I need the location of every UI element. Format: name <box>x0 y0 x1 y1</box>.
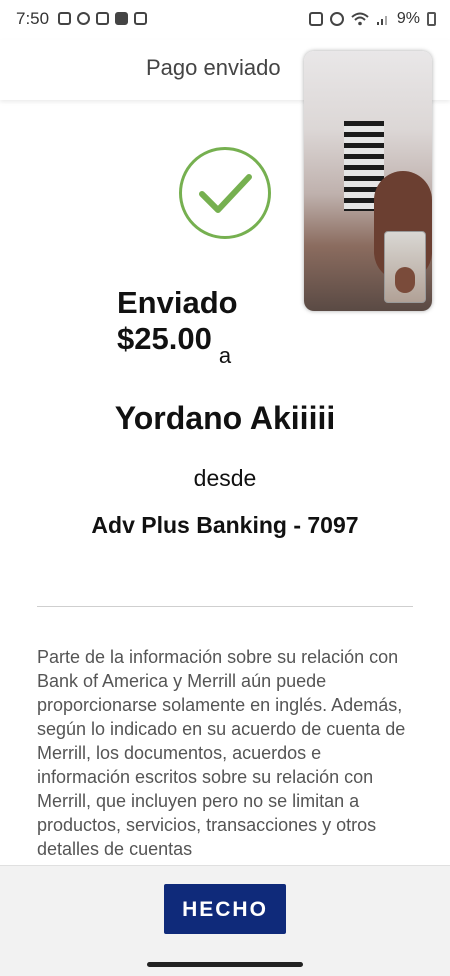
recipient-name: Yordano Akiiiii <box>114 400 336 436</box>
alarm-icon <box>329 12 344 26</box>
video-call-icon <box>134 12 147 25</box>
success-check-icon <box>179 147 271 239</box>
account-name: Adv Plus Banking - 7097 <box>91 512 359 538</box>
status-bar: 7:50 9% <box>0 0 450 40</box>
self-video-face <box>395 267 415 293</box>
self-video-preview[interactable] <box>384 231 426 303</box>
from-label: desde <box>193 465 257 491</box>
status-right-icons: 9% <box>308 10 436 28</box>
divider <box>37 606 413 607</box>
messenger-icon <box>77 12 90 25</box>
video-icon <box>58 12 71 25</box>
done-button[interactable]: HECHO <box>164 884 286 934</box>
battery-level: 9% <box>396 10 420 27</box>
to-label: a <box>218 343 232 368</box>
status-time: 7:50 <box>16 9 50 28</box>
home-indicator[interactable] <box>147 962 303 967</box>
video-call-overlay[interactable] <box>304 51 432 311</box>
signal-icon <box>376 16 387 25</box>
page-title: Pago enviado <box>146 55 281 80</box>
wifi-icon <box>351 12 369 26</box>
nfc-icon <box>308 12 323 26</box>
app-grid-icon <box>115 12 128 25</box>
disclaimer-text: Parte de la información sobre su relació… <box>37 647 406 859</box>
battery-icon <box>427 12 436 26</box>
instagram-icon <box>96 12 109 25</box>
status-left-icons <box>58 12 147 25</box>
